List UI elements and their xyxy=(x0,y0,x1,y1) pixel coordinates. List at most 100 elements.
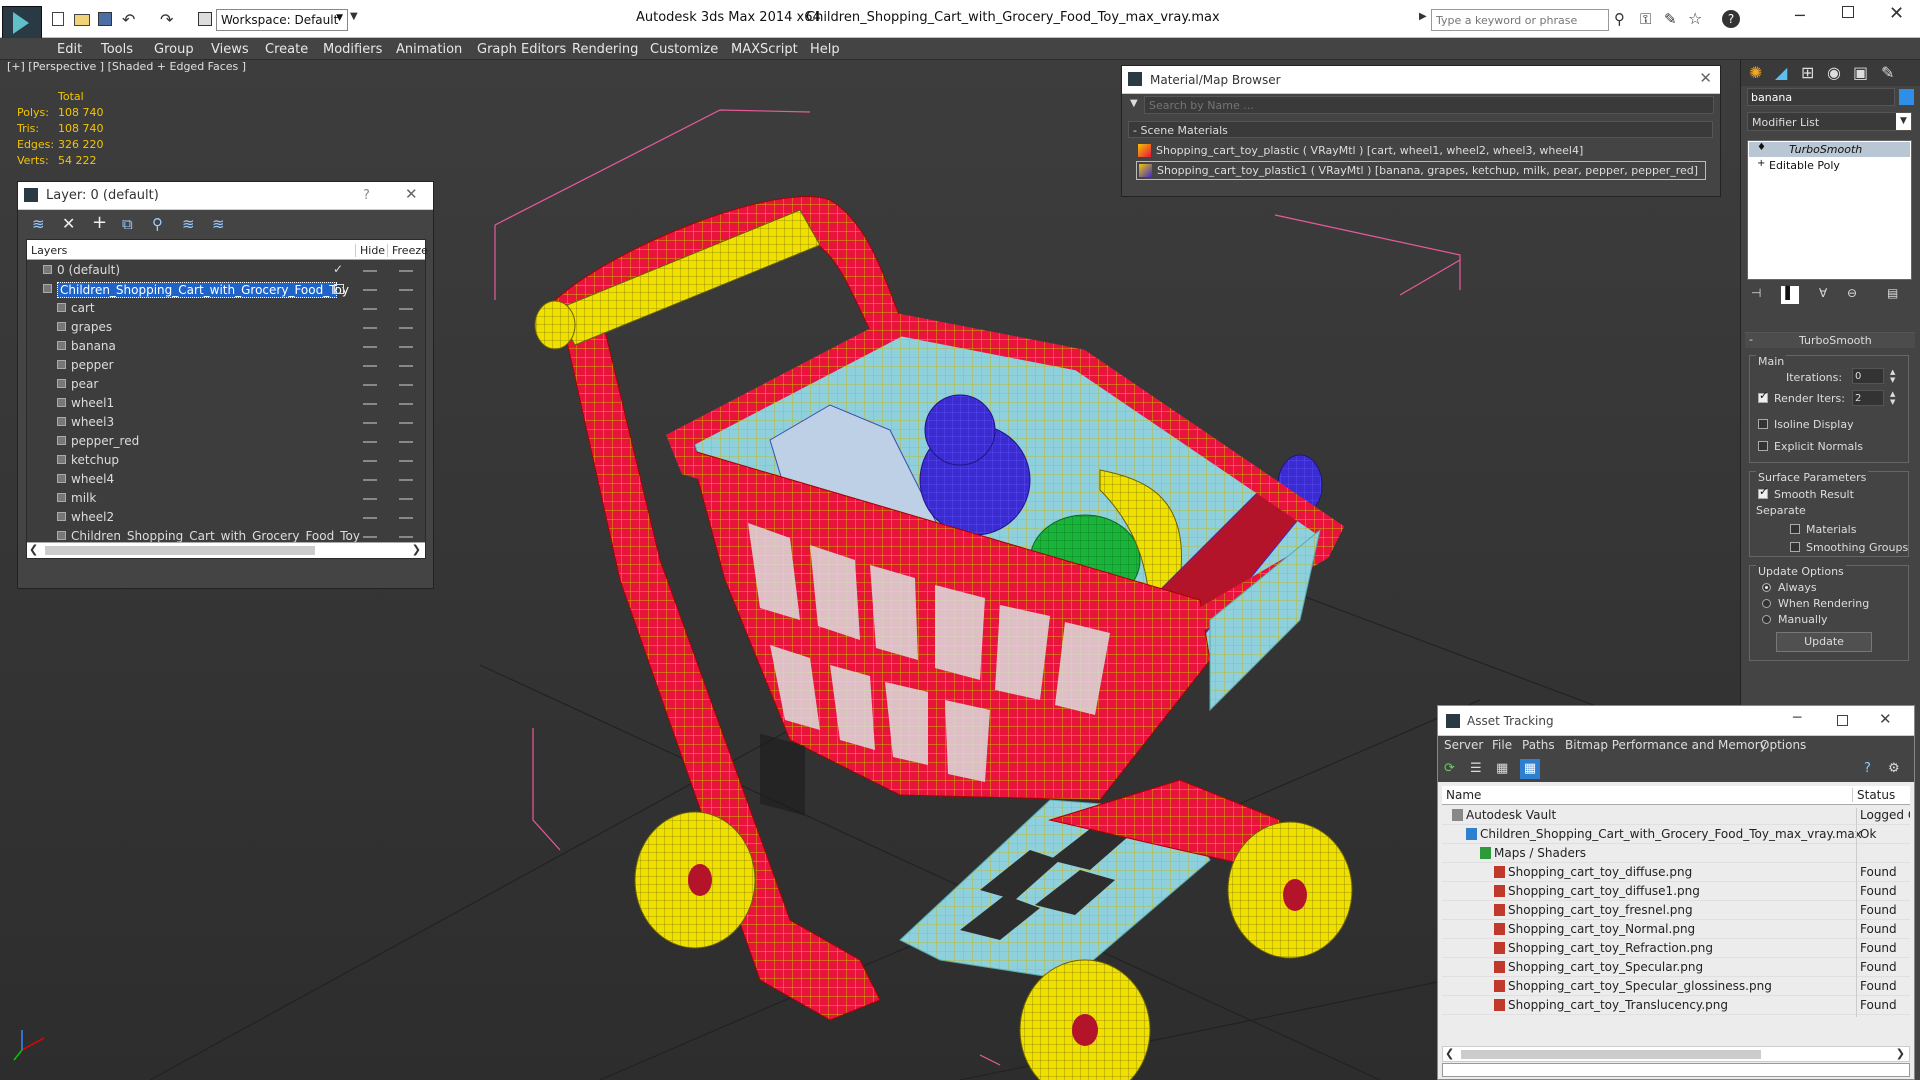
key-icon[interactable]: ⚿ xyxy=(1640,10,1651,28)
col-freeze[interactable]: Freeze xyxy=(387,244,428,257)
list-view-icon[interactable]: ☰ xyxy=(1470,761,1482,776)
hierarchy-tab-icon[interactable]: ⊞ xyxy=(1801,63,1814,82)
minimize-icon[interactable]: ─ xyxy=(1795,6,1805,25)
freeze-toggle[interactable] xyxy=(399,479,413,481)
utilities-tab-icon[interactable]: ✎ xyxy=(1881,63,1894,82)
scene-materials-section[interactable]: - Scene Materials xyxy=(1128,121,1713,138)
object-name-field[interactable] xyxy=(1747,88,1895,106)
asset-path-field[interactable] xyxy=(1442,1063,1910,1077)
menu-tools[interactable]: Tools xyxy=(101,42,133,57)
scroll-right-icon[interactable]: ❯ xyxy=(412,543,421,556)
select-in-layer-icon[interactable]: ⧉ xyxy=(122,215,133,233)
layer-panel-titlebar[interactable]: Layer: 0 (default) ? ✕ xyxy=(18,182,433,210)
asset-tracking-titlebar[interactable]: Asset Tracking ─ ✕ xyxy=(1438,706,1914,736)
freeze-toggle[interactable] xyxy=(399,517,413,519)
layer-row[interactable]: ketchup xyxy=(27,451,425,470)
materials-checkbox[interactable] xyxy=(1790,524,1800,534)
freeze-toggle[interactable] xyxy=(399,422,413,424)
menu-animation[interactable]: Animation xyxy=(396,42,462,57)
active-layer-check-icon[interactable]: ✓ xyxy=(333,262,343,276)
close-icon[interactable]: ✕ xyxy=(1879,710,1892,728)
minimize-icon[interactable]: ─ xyxy=(1793,710,1801,726)
rollout-header[interactable]: - TurboSmooth xyxy=(1745,333,1915,348)
layer-panel-help-icon[interactable]: ? xyxy=(363,188,370,203)
hide-toggle[interactable] xyxy=(363,517,377,519)
freeze-all-icon[interactable]: ≋ xyxy=(212,215,225,233)
hide-toggle[interactable] xyxy=(363,422,377,424)
hide-toggle[interactable] xyxy=(363,384,377,386)
layer-row[interactable]: wheel1 xyxy=(27,394,425,413)
delete-layer-icon[interactable]: ✕ xyxy=(62,214,75,233)
object-color-swatch[interactable] xyxy=(1899,89,1914,105)
asset-hscrollbar[interactable]: ❮ ❯ xyxy=(1442,1046,1910,1062)
hide-toggle[interactable] xyxy=(363,498,377,500)
iterations-spinner[interactable] xyxy=(1852,368,1884,384)
app-logo-button[interactable] xyxy=(2,6,42,40)
refresh-icon[interactable]: ⟳ xyxy=(1444,761,1455,776)
new-file-icon[interactable] xyxy=(52,12,64,26)
stack-item-turbosmooth[interactable]: ♦ TurboSmooth xyxy=(1749,142,1910,157)
make-unique-icon[interactable]: ∀ xyxy=(1819,286,1827,300)
smoothing-groups-checkbox[interactable] xyxy=(1790,542,1800,552)
layer-row[interactable]: banana xyxy=(27,337,425,356)
add-to-layer-icon[interactable]: + xyxy=(92,212,107,233)
create-layer-icon[interactable]: ≋ xyxy=(32,215,45,233)
make-current-box[interactable] xyxy=(334,284,344,294)
freeze-toggle[interactable] xyxy=(399,308,413,310)
menu-help[interactable]: Help xyxy=(810,42,840,57)
layer-row[interactable]: pepper_red xyxy=(27,432,425,451)
hide-toggle[interactable] xyxy=(363,403,377,405)
modifier-list-dropdown[interactable]: Modifier List ▼ xyxy=(1747,112,1912,131)
settings-icon[interactable]: ⚙ xyxy=(1888,761,1900,776)
configure-sets-icon[interactable]: ▤ xyxy=(1887,286,1898,300)
scroll-thumb[interactable] xyxy=(1461,1050,1761,1059)
maximize-icon[interactable] xyxy=(1842,6,1854,18)
table-view-icon[interactable]: ▦ xyxy=(1496,761,1508,776)
layer-hscrollbar[interactable]: ❮ ❯ xyxy=(27,542,425,558)
col-status[interactable]: Status xyxy=(1852,788,1895,802)
freeze-toggle[interactable] xyxy=(399,270,413,272)
freeze-toggle[interactable] xyxy=(399,441,413,443)
freeze-toggle[interactable] xyxy=(399,346,413,348)
col-layers[interactable]: Layers xyxy=(31,244,67,257)
col-hide[interactable]: Hide xyxy=(355,244,385,257)
material-search-input[interactable] xyxy=(1144,96,1714,114)
menu-graph-editors[interactable]: Graph Editors xyxy=(477,42,566,57)
spinner-arrows-icon[interactable]: ▲ ▼ xyxy=(1890,368,1895,384)
asset-row[interactable]: Shopping_cart_toy_Specular.png Found xyxy=(1442,958,1910,979)
material-browser-close-icon[interactable]: ✕ xyxy=(1699,69,1712,87)
material-item-0[interactable]: Shopping_cart_toy_plastic ( VRayMtl ) [c… xyxy=(1136,141,1706,160)
freeze-toggle[interactable] xyxy=(399,327,413,329)
communication-icon[interactable]: ✎ xyxy=(1664,10,1677,28)
freeze-toggle[interactable] xyxy=(399,460,413,462)
asset-row[interactable]: Autodesk VaultLogged O xyxy=(1442,806,1910,827)
hide-toggle[interactable] xyxy=(363,460,377,462)
asset-menu-options[interactable]: Options xyxy=(1760,738,1806,752)
layer-row[interactable]: cart xyxy=(27,299,425,318)
asset-row[interactable]: Children_Shopping_Cart_with_Grocery_Food… xyxy=(1442,825,1910,846)
layer-row[interactable]: wheel4 xyxy=(27,470,425,489)
asset-row[interactable]: Maps / Shaders xyxy=(1442,844,1910,865)
hide-toggle[interactable] xyxy=(363,441,377,443)
freeze-toggle[interactable] xyxy=(399,289,413,291)
asset-row[interactable]: Shopping_cart_toy_Refraction.png Found xyxy=(1442,939,1910,960)
asset-row[interactable]: Shopping_cart_toy_Translucency.png Found xyxy=(1442,996,1910,1017)
layer-row[interactable]: wheel3 xyxy=(27,413,425,432)
menu-modifiers[interactable]: Modifiers xyxy=(323,42,382,57)
layer-row[interactable]: Children_Shopping_Cart_with_Grocery_Food… xyxy=(27,280,425,299)
menu-views[interactable]: Views xyxy=(211,42,249,57)
layer-row[interactable]: pear xyxy=(27,375,425,394)
asset-menu-server[interactable]: Server xyxy=(1444,738,1483,752)
close-icon[interactable]: ✕ xyxy=(1889,3,1904,24)
browser-options-icon[interactable]: ▼ xyxy=(1130,98,1138,109)
hide-toggle[interactable] xyxy=(363,327,377,329)
hide-all-icon[interactable]: ≋ xyxy=(182,215,195,233)
undo-icon[interactable]: ↶ xyxy=(122,10,135,29)
always-radio[interactable] xyxy=(1762,583,1771,592)
asset-row[interactable]: Shopping_cart_toy_Specular_glossiness.pn… xyxy=(1442,977,1910,998)
freeze-toggle[interactable] xyxy=(399,384,413,386)
scroll-left-icon[interactable]: ❮ xyxy=(1445,1047,1454,1060)
binoculars-icon[interactable]: ⚲ xyxy=(1614,10,1625,28)
isoline-checkbox[interactable] xyxy=(1758,419,1768,429)
asset-menu-bitmap[interactable]: Bitmap Performance and Memory xyxy=(1565,738,1767,752)
